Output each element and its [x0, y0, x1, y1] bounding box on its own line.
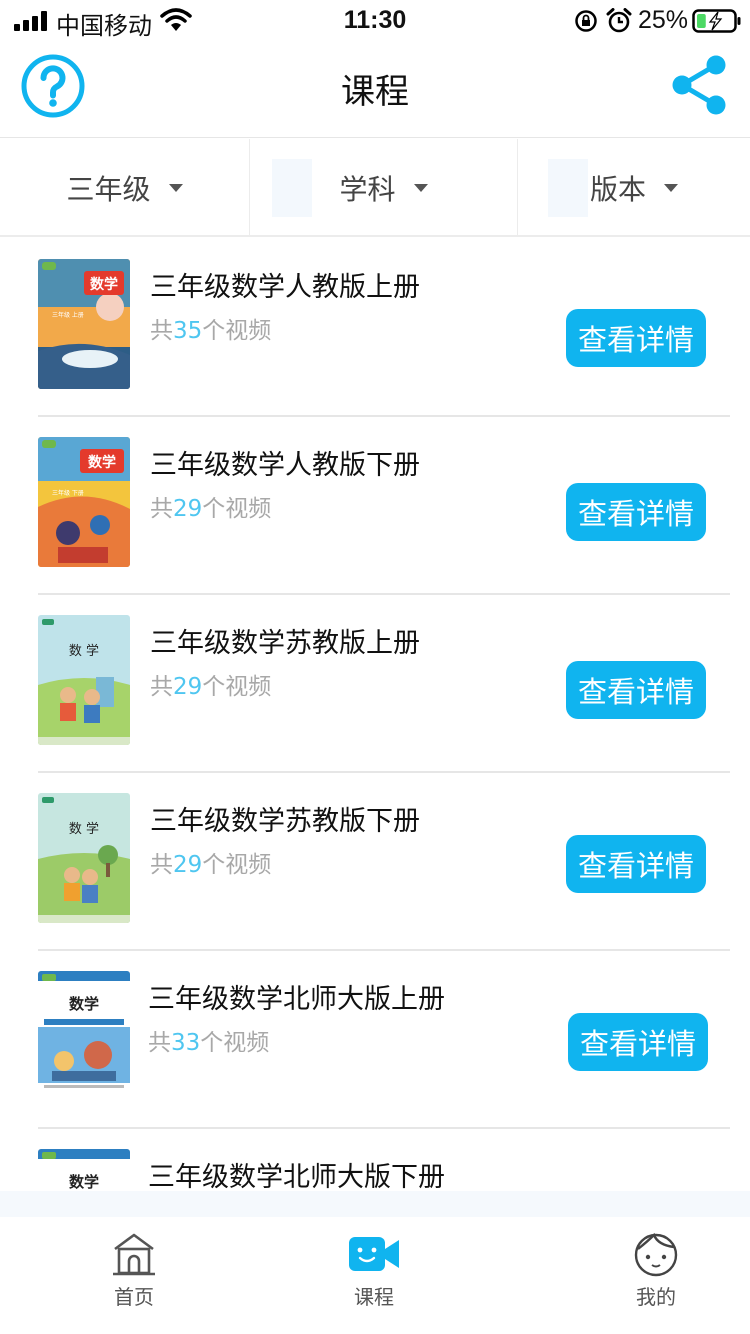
video-count-number: 33	[171, 1030, 201, 1056]
cover-title: 数 学	[69, 821, 99, 837]
home-icon	[113, 1233, 155, 1276]
filter-label: 学科	[339, 173, 396, 206]
filter-edition-dropdown[interactable]: 版本	[517, 139, 750, 237]
textbook-cover-image: 数 学	[38, 615, 130, 745]
caret-down-icon	[664, 184, 678, 192]
filter-label: 三年级	[66, 173, 151, 206]
video-count: 共29个视频	[150, 674, 272, 700]
course-title: 三年级数学人教版下册	[150, 450, 420, 481]
share-icon[interactable]	[670, 54, 728, 116]
course-title: 三年级数学北师大版下册	[148, 1162, 445, 1193]
filter-label: 版本	[589, 173, 646, 206]
highlight-block	[548, 159, 588, 217]
nav-header: 课程	[0, 42, 750, 138]
view-details-button[interactable]: 查看详情	[568, 1013, 708, 1071]
video-count: 共29个视频	[150, 496, 272, 522]
highlight-block	[272, 159, 312, 217]
filter-subject-dropdown[interactable]: 学科	[249, 139, 517, 237]
view-details-button[interactable]: 查看详情	[566, 661, 706, 719]
view-details-button[interactable]: 查看详情	[566, 309, 706, 367]
alarm-icon	[606, 8, 632, 33]
textbook-cover-image: 数学	[38, 971, 130, 1101]
filter-grade-dropdown[interactable]: 三年级	[0, 139, 249, 237]
view-details-button[interactable]: 查看详情	[566, 835, 706, 893]
view-details-button[interactable]: 查看详情	[566, 483, 706, 541]
video-camera-icon	[349, 1237, 399, 1271]
tab-mine[interactable]: 我的	[596, 1231, 716, 1310]
video-count-number: 35	[173, 318, 203, 344]
video-count-number: 29	[173, 496, 203, 522]
video-count: 共35个视频	[150, 318, 272, 344]
video-count: 共29个视频	[150, 852, 272, 878]
tabbar-top-strip	[0, 1191, 750, 1217]
cover-grade: 三年级 上册	[52, 311, 84, 319]
cover-title: 数学	[69, 995, 99, 1013]
rotation-lock-icon	[575, 10, 597, 32]
caret-down-icon	[168, 184, 183, 192]
cover-title: 数学	[88, 454, 116, 471]
battery-charging-icon	[692, 9, 741, 33]
profile-face-icon	[634, 1232, 678, 1277]
video-count-number: 29	[173, 852, 203, 878]
tab-label: 课程	[354, 1285, 394, 1309]
course-title: 三年级数学人教版上册	[150, 272, 420, 303]
cover-title: 数学	[69, 1173, 99, 1191]
page-title: 课程	[341, 72, 409, 112]
tab-label: 我的	[636, 1285, 676, 1309]
textbook-cover-image: 数学 三年级 下册	[38, 437, 130, 567]
tab-home[interactable]: 首页	[74, 1231, 194, 1310]
cover-title: 数学	[90, 276, 118, 293]
caret-down-icon	[413, 184, 428, 192]
course-item[interactable]: 数 学 三年级数学苏教版下册 共29个视频 查看详情	[0, 773, 750, 951]
cover-title: 数 学	[69, 643, 99, 659]
course-title: 三年级数学苏教版下册	[150, 806, 420, 837]
course-item[interactable]: 数学 三年级 上册 三年级数学人教版上册 共35个视频 查看详情	[0, 239, 750, 417]
battery-percent: 25%	[638, 6, 689, 34]
course-title: 三年级数学北师大版上册	[148, 984, 445, 1015]
course-list: 数学 三年级 上册 三年级数学人教版上册 共35个视频 查看详情 数学 三年级 …	[0, 239, 750, 1307]
course-title: 三年级数学苏教版上册	[150, 628, 420, 659]
textbook-cover-image: 数 学	[38, 793, 130, 923]
bottom-tab-bar: 首页 课程 我的	[0, 1191, 750, 1334]
tab-label: 首页	[114, 1285, 154, 1309]
course-item[interactable]: 数学 三年级数学北师大版上册 共33个视频 查看详情	[0, 951, 750, 1129]
tab-courses[interactable]: 课程	[314, 1231, 434, 1310]
video-count-number: 29	[173, 674, 203, 700]
video-count: 共33个视频	[148, 1030, 270, 1056]
textbook-cover-image: 数学 三年级 上册	[38, 259, 130, 389]
course-item[interactable]: 数 学 三年级数学苏教版上册 共29个视频 查看详情	[0, 595, 750, 773]
course-item[interactable]: 数学 三年级 下册 三年级数学人教版下册 共29个视频 查看详情	[0, 417, 750, 595]
status-bar: 中国移动 11:30 25%	[0, 0, 750, 42]
cover-grade: 三年级 下册	[52, 489, 84, 497]
filter-bar: 三年级 学科 版本	[0, 139, 750, 237]
